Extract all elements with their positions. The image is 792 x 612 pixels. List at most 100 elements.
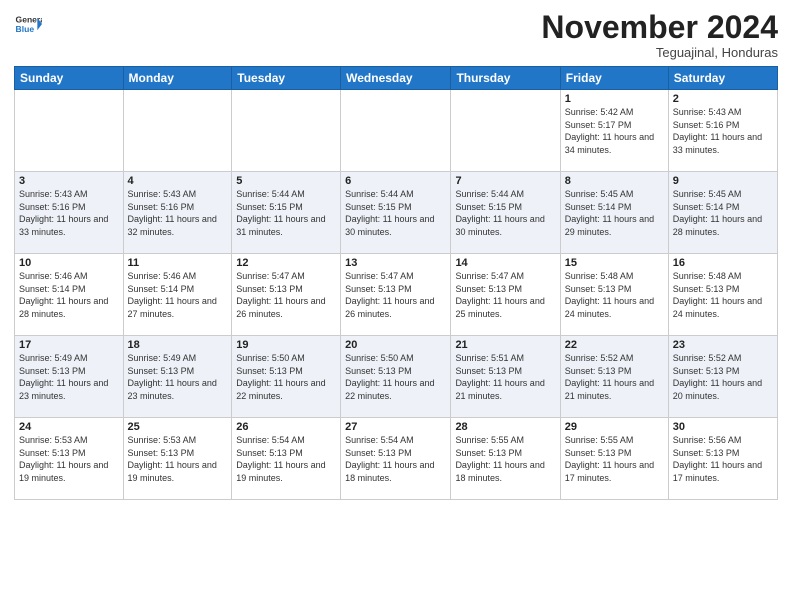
day-info: Sunrise: 5:52 AMSunset: 5:13 PMDaylight:… [673,352,773,402]
day-info: Sunrise: 5:46 AMSunset: 5:14 PMDaylight:… [128,270,228,320]
day-number: 5 [236,175,336,187]
logo: General Blue [14,10,42,38]
calendar-cell-w2-d4: 6Sunrise: 5:44 AMSunset: 5:15 PMDaylight… [341,172,451,254]
day-info: Sunrise: 5:50 AMSunset: 5:13 PMDaylight:… [236,352,336,402]
header: General Blue November 2024 Teguajinal, H… [14,10,778,60]
calendar-cell-w2-d7: 9Sunrise: 5:45 AMSunset: 5:14 PMDaylight… [668,172,777,254]
calendar-cell-w4-d2: 18Sunrise: 5:49 AMSunset: 5:13 PMDayligh… [123,336,232,418]
calendar-cell-w3-d4: 13Sunrise: 5:47 AMSunset: 5:13 PMDayligh… [341,254,451,336]
day-number: 30 [673,421,773,433]
calendar-cell-w3-d6: 15Sunrise: 5:48 AMSunset: 5:13 PMDayligh… [560,254,668,336]
day-number: 17 [19,339,119,351]
calendar-cell-w3-d2: 11Sunrise: 5:46 AMSunset: 5:14 PMDayligh… [123,254,232,336]
day-number: 14 [455,257,555,269]
day-number: 2 [673,93,773,105]
day-info: Sunrise: 5:52 AMSunset: 5:13 PMDaylight:… [565,352,664,402]
svg-text:Blue: Blue [16,24,35,34]
header-sunday: Sunday [15,67,124,90]
day-number: 27 [345,421,446,433]
day-number: 21 [455,339,555,351]
calendar-cell-w1-d6: 1Sunrise: 5:42 AMSunset: 5:17 PMDaylight… [560,90,668,172]
day-number: 7 [455,175,555,187]
day-info: Sunrise: 5:56 AMSunset: 5:13 PMDaylight:… [673,434,773,484]
day-number: 26 [236,421,336,433]
calendar-cell-w1-d7: 2Sunrise: 5:43 AMSunset: 5:16 PMDaylight… [668,90,777,172]
calendar-cell-w2-d1: 3Sunrise: 5:43 AMSunset: 5:16 PMDaylight… [15,172,124,254]
day-info: Sunrise: 5:51 AMSunset: 5:13 PMDaylight:… [455,352,555,402]
calendar-cell-w5-d3: 26Sunrise: 5:54 AMSunset: 5:13 PMDayligh… [232,418,341,500]
day-info: Sunrise: 5:47 AMSunset: 5:13 PMDaylight:… [345,270,446,320]
day-info: Sunrise: 5:43 AMSunset: 5:16 PMDaylight:… [128,188,228,238]
day-number: 11 [128,257,228,269]
logo-icon: General Blue [14,10,42,38]
weekday-header-row: Sunday Monday Tuesday Wednesday Thursday… [15,67,778,90]
day-info: Sunrise: 5:44 AMSunset: 5:15 PMDaylight:… [345,188,446,238]
calendar-cell-w5-d6: 29Sunrise: 5:55 AMSunset: 5:13 PMDayligh… [560,418,668,500]
day-number: 8 [565,175,664,187]
day-number: 24 [19,421,119,433]
title-block: November 2024 Teguajinal, Honduras [541,10,778,60]
day-info: Sunrise: 5:47 AMSunset: 5:13 PMDaylight:… [455,270,555,320]
day-info: Sunrise: 5:43 AMSunset: 5:16 PMDaylight:… [19,188,119,238]
day-number: 16 [673,257,773,269]
day-info: Sunrise: 5:48 AMSunset: 5:13 PMDaylight:… [673,270,773,320]
day-number: 3 [19,175,119,187]
calendar-cell-w5-d4: 27Sunrise: 5:54 AMSunset: 5:13 PMDayligh… [341,418,451,500]
day-info: Sunrise: 5:49 AMSunset: 5:13 PMDaylight:… [19,352,119,402]
week-row-3: 10 Sunrise: 5:46 AMSunset: 5:14 PMDayligh… [15,254,778,336]
header-wednesday: Wednesday [341,67,451,90]
calendar-cell-w2-d3: 5Sunrise: 5:44 AMSunset: 5:15 PMDaylight… [232,172,341,254]
day-number: 13 [345,257,446,269]
page: General Blue November 2024 Teguajinal, H… [0,0,792,612]
calendar-table: Sunday Monday Tuesday Wednesday Thursday… [14,66,778,500]
calendar-cell-w2-d2: 4Sunrise: 5:43 AMSunset: 5:16 PMDaylight… [123,172,232,254]
calendar-cell-w3-d7: 16Sunrise: 5:48 AMSunset: 5:13 PMDayligh… [668,254,777,336]
calendar-cell-w1-d5 [451,90,560,172]
subtitle: Teguajinal, Honduras [541,45,778,60]
day-number: 19 [236,339,336,351]
calendar-cell-w4-d6: 22Sunrise: 5:52 AMSunset: 5:13 PMDayligh… [560,336,668,418]
day-info: Sunrise: 5:53 AMSunset: 5:13 PMDaylight:… [19,434,119,484]
calendar-cell-w3-d1: 10Sunrise: 5:46 AMSunset: 5:14 PMDayligh… [15,254,124,336]
header-saturday: Saturday [668,67,777,90]
day-info: Sunrise: 5:53 AMSunset: 5:13 PMDaylight:… [128,434,228,484]
day-info: Sunrise: 5:47 AMSunset: 5:13 PMDaylight:… [236,270,336,320]
header-monday: Monday [123,67,232,90]
day-number: 18 [128,339,228,351]
day-number: 25 [128,421,228,433]
week-row-5: 24Sunrise: 5:53 AMSunset: 5:13 PMDayligh… [15,418,778,500]
header-tuesday: Tuesday [232,67,341,90]
calendar-cell-w1-d2 [123,90,232,172]
day-info: Sunrise: 5:48 AMSunset: 5:13 PMDaylight:… [565,270,664,320]
calendar-cell-w4-d5: 21Sunrise: 5:51 AMSunset: 5:13 PMDayligh… [451,336,560,418]
day-number: 15 [565,257,664,269]
day-info: Sunrise: 5:44 AMSunset: 5:15 PMDaylight:… [455,188,555,238]
day-info: Sunrise: 5:44 AMSunset: 5:15 PMDaylight:… [236,188,336,238]
week-row-2: 3Sunrise: 5:43 AMSunset: 5:16 PMDaylight… [15,172,778,254]
calendar-cell-w5-d1: 24Sunrise: 5:53 AMSunset: 5:13 PMDayligh… [15,418,124,500]
calendar-cell-w5-d5: 28Sunrise: 5:55 AMSunset: 5:13 PMDayligh… [451,418,560,500]
day-number: 9 [673,175,773,187]
day-number: 12 [236,257,336,269]
day-number: 22 [565,339,664,351]
day-info: Sunrise: 5:45 AMSunset: 5:14 PMDaylight:… [673,188,773,238]
calendar-cell-w5-d2: 25Sunrise: 5:53 AMSunset: 5:13 PMDayligh… [123,418,232,500]
day-number: 29 [565,421,664,433]
day-number: 10 [19,257,119,269]
header-friday: Friday [560,67,668,90]
day-info: Sunrise: 5:54 AMSunset: 5:13 PMDaylight:… [345,434,446,484]
day-info: Sunrise: 5:54 AMSunset: 5:13 PMDaylight:… [236,434,336,484]
day-number: 20 [345,339,446,351]
day-info: Sunrise: 5:50 AMSunset: 5:13 PMDaylight:… [345,352,446,402]
calendar-cell-w1-d4 [341,90,451,172]
day-info: Sunrise: 5:55 AMSunset: 5:13 PMDaylight:… [455,434,555,484]
day-info: Sunrise: 5:49 AMSunset: 5:13 PMDaylight:… [128,352,228,402]
calendar-cell-w2-d6: 8Sunrise: 5:45 AMSunset: 5:14 PMDaylight… [560,172,668,254]
calendar-cell-w2-d5: 7Sunrise: 5:44 AMSunset: 5:15 PMDaylight… [451,172,560,254]
day-info: Sunrise: 5:42 AMSunset: 5:17 PMDaylight:… [565,106,664,156]
header-thursday: Thursday [451,67,560,90]
day-number: 23 [673,339,773,351]
week-row-4: 17Sunrise: 5:49 AMSunset: 5:13 PMDayligh… [15,336,778,418]
calendar-cell-w5-d7: 30Sunrise: 5:56 AMSunset: 5:13 PMDayligh… [668,418,777,500]
week-row-1: 1Sunrise: 5:42 AMSunset: 5:17 PMDaylight… [15,90,778,172]
